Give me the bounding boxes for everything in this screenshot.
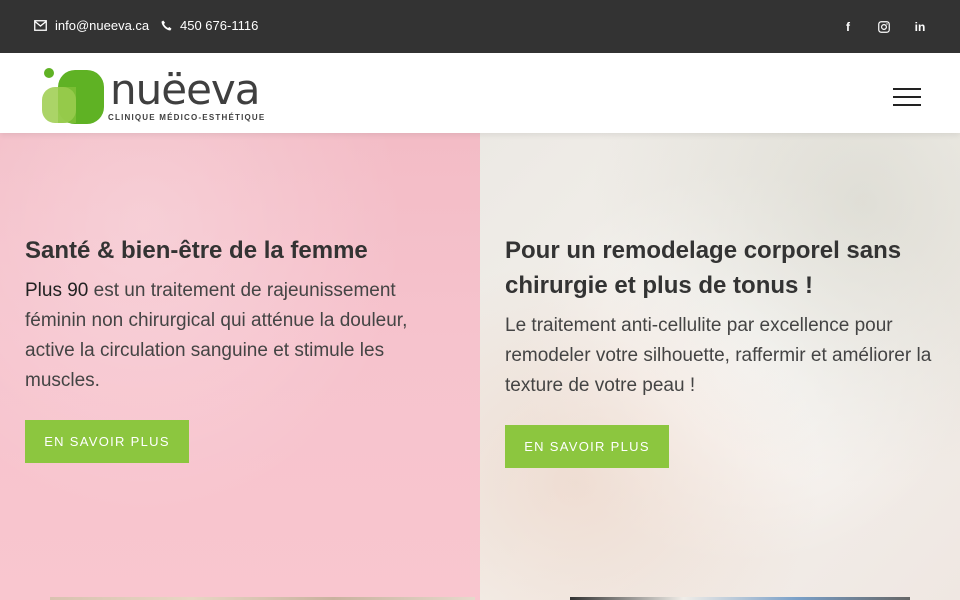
learn-more-button[interactable]: EN SAVOIR PLUS bbox=[25, 420, 189, 463]
linkedin-icon: in bbox=[914, 20, 926, 34]
learn-more-button[interactable]: EN SAVOIR PLUS bbox=[505, 425, 669, 468]
hero-panel-body-contouring: Pour un remodelage corporel sans chirurg… bbox=[480, 133, 960, 600]
top-bar: info@nueeva.ca 450 676-1116 f in bbox=[0, 0, 960, 53]
envelope-icon bbox=[34, 20, 47, 31]
linkedin-link[interactable]: in bbox=[909, 16, 931, 38]
panel-text: Le traitement anti-cellulite par excelle… bbox=[505, 315, 932, 396]
menu-toggle-icon[interactable] bbox=[893, 88, 923, 108]
instagram-link[interactable] bbox=[873, 16, 895, 38]
email-link[interactable]: info@nueeva.ca bbox=[34, 18, 149, 33]
facebook-icon: f bbox=[846, 20, 850, 34]
logo-tagline: CLINIQUE MÉDICO-ESTHÉTIQUE bbox=[108, 113, 266, 122]
logo[interactable]: nuëeva CLINIQUE MÉDICO-ESTHÉTIQUE bbox=[40, 67, 272, 127]
instagram-icon bbox=[878, 21, 890, 33]
hero-panel-women-health: Santé & bien-être de la femme Plus 90 es… bbox=[0, 133, 480, 600]
panel-text: Plus 90 est un traitement de rajeunissem… bbox=[25, 276, 445, 396]
logo-wordmark: nuëeva bbox=[110, 65, 261, 114]
phone-icon bbox=[161, 20, 172, 31]
panel-title: Santé & bien-être de la femme bbox=[25, 237, 368, 264]
panel-title: Pour un remodelage corporel sans chirurg… bbox=[505, 237, 902, 299]
facebook-link[interactable]: f bbox=[837, 16, 859, 38]
phone-link[interactable]: 450 676-1116 bbox=[161, 18, 258, 33]
site-header: nuëeva CLINIQUE MÉDICO-ESTHÉTIQUE bbox=[0, 53, 960, 133]
phone-text: 450 676-1116 bbox=[180, 18, 259, 33]
email-text: info@nueeva.ca bbox=[55, 18, 150, 33]
logo-mark-icon bbox=[42, 68, 104, 124]
panel-text-highlight: Plus 90 bbox=[25, 280, 89, 301]
